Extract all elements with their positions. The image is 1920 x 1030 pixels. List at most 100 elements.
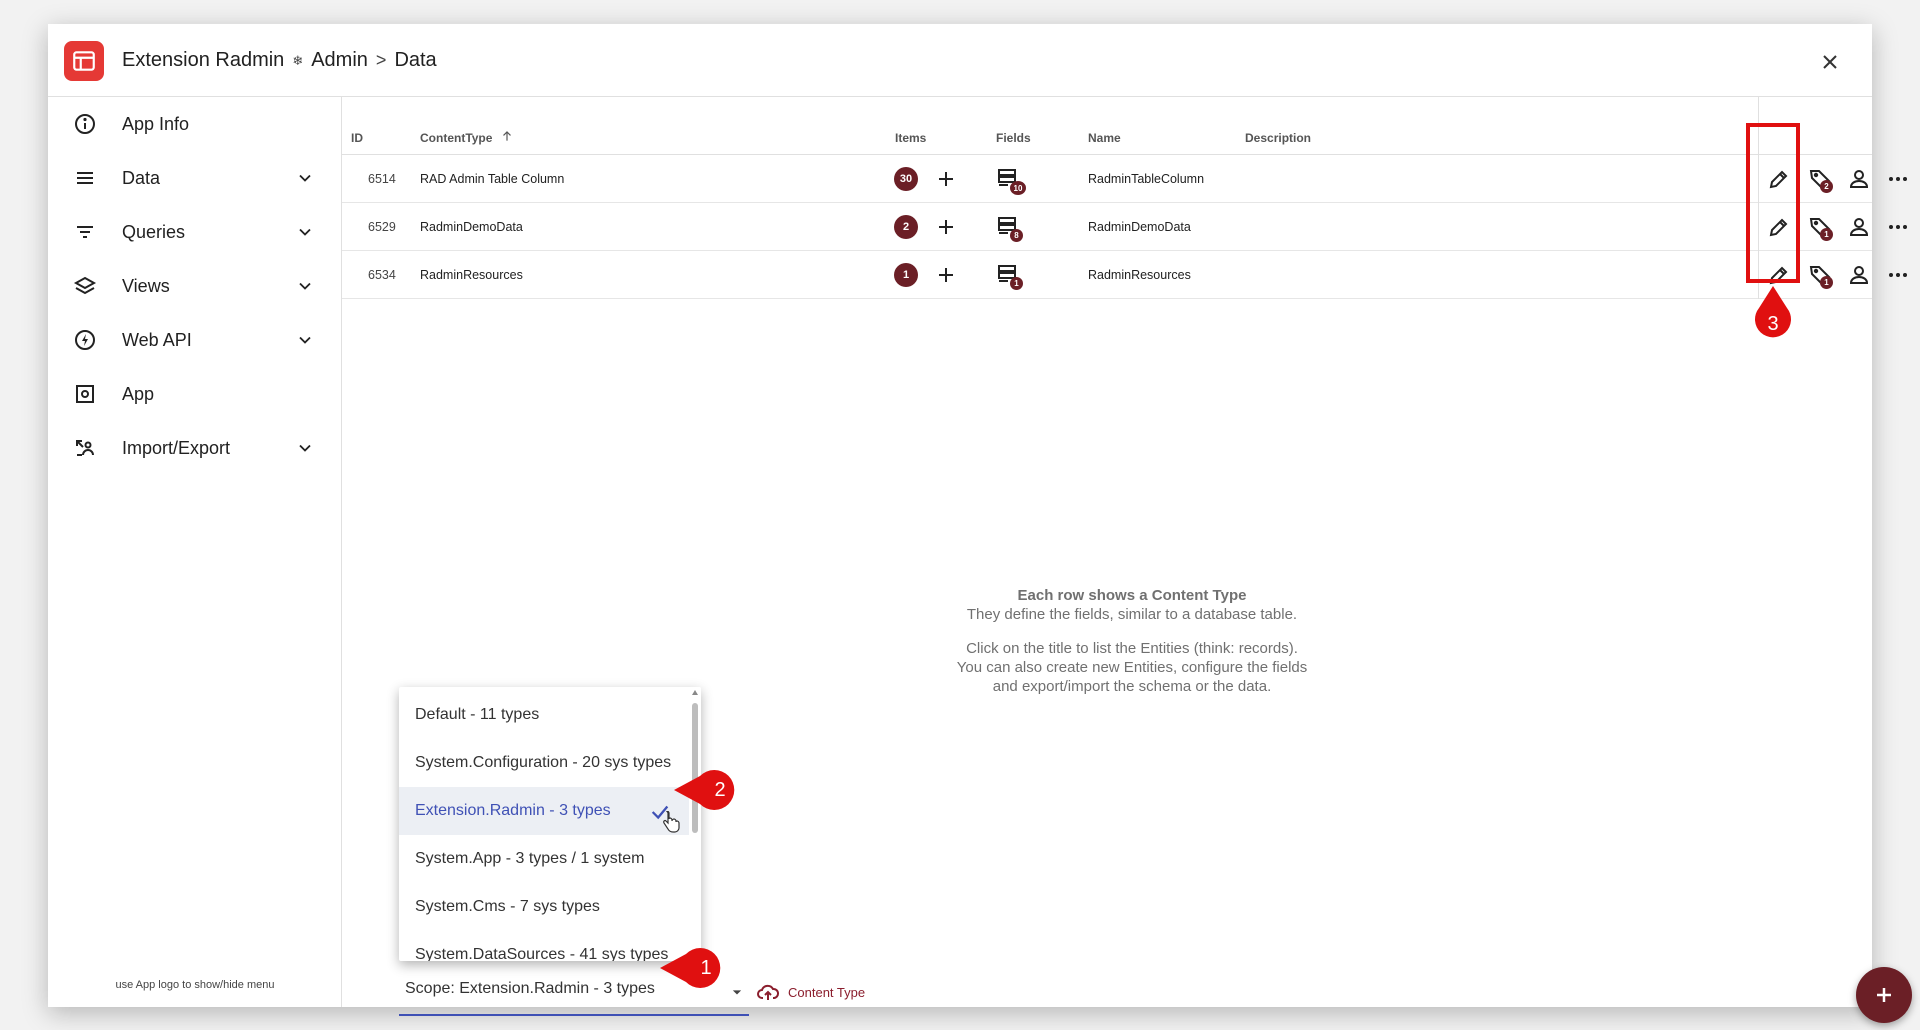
dialog: Extension Radmin ❄ Admin > Data App Info… bbox=[48, 24, 1912, 1023]
col-header-id[interactable]: ID bbox=[351, 131, 363, 145]
sidebar-item-label: Queries bbox=[122, 221, 186, 242]
metadata-count-badge: 1 bbox=[1820, 276, 1833, 289]
col-header-fields[interactable]: Fields bbox=[996, 131, 1031, 145]
upload-content-type-button[interactable]: Content Type bbox=[756, 980, 865, 1004]
items-count-badge[interactable]: 30 bbox=[894, 167, 918, 191]
dropdown-scrollbar[interactable] bbox=[689, 687, 701, 961]
col-header-items[interactable]: Items bbox=[895, 131, 926, 145]
fields-count-badge: 1 bbox=[1010, 277, 1023, 290]
breadcrumb: Extension Radmin ❄ Admin > Data bbox=[122, 49, 437, 72]
scope-option[interactable]: System.Configuration - 20 sys types bbox=[399, 739, 689, 787]
metadata-button[interactable]: 2 bbox=[1808, 167, 1833, 193]
sidebar-item-data[interactable]: Data bbox=[48, 151, 342, 205]
scope-option[interactable]: System.DataSources - 41 sys types bbox=[399, 931, 689, 961]
scope-option-label: Extension.Radmin - 3 types bbox=[415, 802, 611, 819]
fields-button[interactable]: 8 bbox=[996, 214, 1026, 244]
annotation-callout-1: 1 bbox=[660, 948, 726, 988]
info-icon bbox=[75, 114, 95, 134]
row-name: RadminDemoData bbox=[1088, 220, 1191, 234]
add-item-icon[interactable] bbox=[934, 167, 958, 191]
fields-button[interactable]: 10 bbox=[996, 166, 1026, 196]
breadcrumb-page: Data bbox=[394, 49, 437, 71]
items-count-badge[interactable]: 2 bbox=[894, 215, 918, 239]
table-row[interactable]: 6534 RadminResources 1 1 RadminResources… bbox=[342, 251, 1907, 299]
scope-select-value: Scope: Extension.Radmin - 3 types bbox=[405, 980, 655, 997]
chevron-down-icon[interactable] bbox=[295, 168, 315, 188]
sort-arrow-up-icon[interactable] bbox=[500, 129, 514, 143]
more-options-icon[interactable] bbox=[1886, 263, 1910, 287]
chevron-down-icon[interactable] bbox=[295, 276, 315, 296]
sidebar-item-app[interactable]: App bbox=[48, 367, 342, 421]
sidebar-item-views[interactable]: Views bbox=[48, 259, 342, 313]
list-icon bbox=[77, 172, 93, 184]
sidebar-item-queries[interactable]: Queries bbox=[48, 205, 342, 259]
callout-number: 1 bbox=[700, 957, 712, 979]
sidebar-item-app-info[interactable]: App Info bbox=[48, 97, 342, 151]
permissions-person-icon[interactable] bbox=[1847, 263, 1871, 287]
permissions-person-icon[interactable] bbox=[1847, 167, 1871, 191]
items-count-badge[interactable]: 1 bbox=[894, 263, 918, 287]
callout-number: 3 bbox=[1767, 313, 1779, 335]
sidebar-item-import-export[interactable]: Import/Export bbox=[48, 421, 342, 475]
row-content-type[interactable]: RadminResources bbox=[420, 268, 523, 282]
fields-button[interactable]: 1 bbox=[996, 262, 1026, 292]
bolt-icon bbox=[75, 330, 95, 350]
row-id: 6514 bbox=[368, 172, 396, 186]
scope-option[interactable]: Default - 11 types bbox=[399, 691, 689, 739]
help-message: Each row shows a Content Type They defin… bbox=[922, 586, 1342, 696]
row-name: RadminResources bbox=[1088, 268, 1191, 282]
add-item-icon[interactable] bbox=[934, 263, 958, 287]
permissions-person-icon[interactable] bbox=[1847, 215, 1871, 239]
scope-option-selected[interactable]: Extension.Radmin - 3 types bbox=[399, 787, 689, 835]
sidebar-item-label: App bbox=[122, 383, 155, 404]
add-content-type-fab[interactable] bbox=[1856, 967, 1912, 1023]
metadata-button[interactable]: 1 bbox=[1808, 215, 1833, 241]
sidebar-item-label: Web API bbox=[122, 329, 192, 350]
metadata-count-badge: 1 bbox=[1820, 228, 1833, 241]
callout-number: 2 bbox=[714, 779, 726, 801]
hand-pointer-icon bbox=[663, 811, 680, 833]
col-header-content-type[interactable]: ContentType bbox=[420, 131, 492, 145]
help-line: You can also create new Entities, config… bbox=[956, 659, 1308, 676]
sidebar-item-web-api[interactable]: Web API bbox=[48, 313, 342, 367]
scope-option[interactable]: System.App - 3 types / 1 system bbox=[399, 835, 689, 883]
add-item-icon[interactable] bbox=[934, 215, 958, 239]
more-options-icon[interactable] bbox=[1886, 215, 1910, 239]
breadcrumb-section[interactable]: Admin bbox=[311, 49, 368, 72]
col-header-description[interactable]: Description bbox=[1245, 131, 1311, 145]
help-line: Click on the title to list the Entities … bbox=[966, 640, 1298, 657]
scroll-up-arrow-icon[interactable] bbox=[691, 689, 699, 697]
layers-icon bbox=[73, 276, 97, 295]
annotation-highlight-box bbox=[1746, 123, 1800, 283]
chevron-down-icon[interactable] bbox=[295, 438, 315, 458]
help-line: They define the fields, similar to a dat… bbox=[966, 606, 1298, 623]
sidebar-item-label: Data bbox=[122, 167, 161, 188]
more-options-icon[interactable] bbox=[1886, 167, 1910, 191]
plus-icon bbox=[1877, 988, 1891, 1002]
table-row[interactable]: 6514 RAD Admin Table Column 30 10 Radmin… bbox=[342, 155, 1907, 203]
col-header-name[interactable]: Name bbox=[1088, 131, 1121, 145]
metadata-button[interactable]: 1 bbox=[1808, 263, 1833, 289]
table-header: ID ContentType Items Fields Name Descrip… bbox=[342, 97, 1872, 155]
row-content-type[interactable]: RAD Admin Table Column bbox=[420, 172, 564, 186]
chevron-down-icon[interactable] bbox=[295, 330, 315, 350]
close-icon bbox=[1823, 55, 1837, 69]
row-id: 6529 bbox=[368, 220, 396, 234]
sidebar-item-label: Views bbox=[122, 275, 170, 296]
breadcrumb-app[interactable]: Extension Radmin bbox=[122, 49, 284, 72]
table-row[interactable]: 6529 RadminDemoData 2 8 RadminDemoData 1 bbox=[342, 203, 1907, 251]
scrollbar-thumb[interactable] bbox=[692, 703, 698, 833]
upload-content-type-label: Content Type bbox=[788, 984, 866, 1000]
sidebar-hint: use App logo to show/hide menu bbox=[115, 979, 275, 991]
row-content-type[interactable]: RadminDemoData bbox=[420, 220, 523, 234]
close-button[interactable] bbox=[1818, 50, 1842, 74]
scope-dropdown-panel: Default - 11 types System.Configuration … bbox=[399, 687, 701, 961]
sidebar-item-label: Import/Export bbox=[122, 437, 231, 458]
chevron-down-icon[interactable] bbox=[295, 222, 315, 242]
metadata-count-badge: 2 bbox=[1820, 180, 1833, 193]
app-logo[interactable] bbox=[64, 41, 104, 81]
scope-option[interactable]: System.Cms - 7 sys types bbox=[399, 883, 689, 931]
annotation-callout-2: 2 bbox=[674, 770, 740, 810]
header: Extension Radmin ❄ Admin > Data bbox=[48, 24, 1872, 97]
app-settings-icon bbox=[76, 385, 94, 403]
